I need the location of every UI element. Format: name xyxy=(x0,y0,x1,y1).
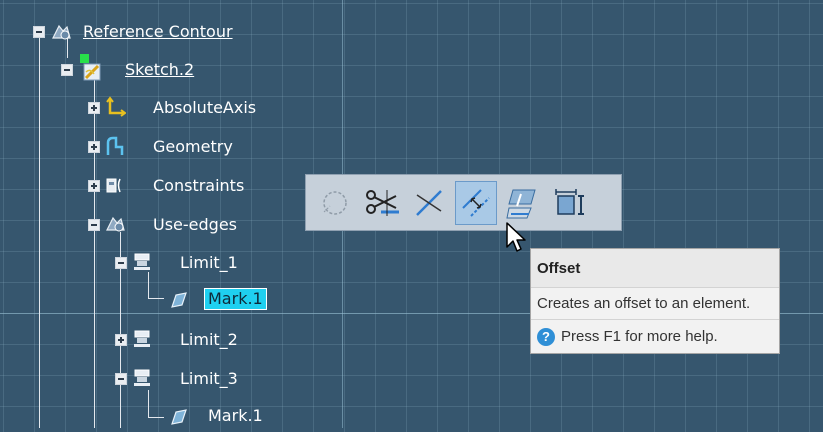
tooltip-help-text: Press F1 for more help. xyxy=(561,328,718,345)
tree-item-reference-contour[interactable]: Reference Contour xyxy=(83,22,233,42)
constraints-icon xyxy=(104,174,126,196)
limit-icon xyxy=(131,251,153,273)
geometry-icon xyxy=(104,135,126,157)
mark-icon xyxy=(168,289,190,311)
mouse-pointer-icon xyxy=(505,221,527,259)
break-icon xyxy=(416,189,442,216)
tree-item-mark-1-selected[interactable]: Mark.1 xyxy=(204,288,267,310)
dashed-circle-icon xyxy=(323,190,347,215)
tree-item-limit-1[interactable]: Limit_1 xyxy=(180,253,238,273)
expand-toggle[interactable] xyxy=(88,141,100,153)
offset-icon xyxy=(462,188,490,217)
dimension-frame-icon xyxy=(555,188,584,215)
tooltip-title: Offset xyxy=(531,249,779,287)
collapse-toggle[interactable] xyxy=(33,26,45,38)
collapse-toggle[interactable] xyxy=(61,64,73,76)
limit-icon xyxy=(131,328,153,350)
tree-line xyxy=(148,417,164,418)
tree-item-limit-3[interactable]: Limit_3 xyxy=(180,369,238,389)
collapse-toggle[interactable] xyxy=(115,373,127,385)
tree-item-absolute-axis[interactable]: AbsoluteAxis xyxy=(153,98,256,118)
tree-line xyxy=(39,36,40,428)
use-edges-icon xyxy=(104,213,126,235)
tree-line xyxy=(148,272,149,298)
reference-contour-icon xyxy=(50,21,72,43)
toolbar-button[interactable] xyxy=(549,181,591,225)
tree-line xyxy=(148,298,164,299)
tree-line xyxy=(94,76,95,428)
collapse-toggle[interactable] xyxy=(88,219,100,231)
tree-item-limit-2[interactable]: Limit_2 xyxy=(180,330,238,350)
expand-toggle[interactable] xyxy=(88,180,100,192)
tooltip-description: Creates an offset to an element. xyxy=(531,287,779,319)
toolbar-button[interactable] xyxy=(408,181,450,225)
expand-toggle[interactable] xyxy=(115,334,127,346)
toolbar-button[interactable] xyxy=(502,181,544,225)
tree-item-mark-1[interactable]: Mark.1 xyxy=(208,406,263,426)
toolbar-button[interactable] xyxy=(314,181,356,225)
expand-toggle[interactable] xyxy=(88,102,100,114)
tree-item-constraints[interactable]: Constraints xyxy=(153,176,244,196)
mark-icon xyxy=(168,406,190,428)
help-icon: ? xyxy=(537,327,555,346)
tree-item-geometry[interactable]: Geometry xyxy=(153,137,233,157)
tooltip-help-row: ? Press F1 for more help. xyxy=(531,319,779,353)
project-edges-icon xyxy=(506,189,536,218)
tree-line xyxy=(148,390,149,418)
toolbar-button[interactable] xyxy=(361,181,403,225)
sketch-icon xyxy=(78,54,104,84)
tooltip: Offset Creates an offset to an element. … xyxy=(530,248,780,354)
limit-icon xyxy=(131,367,153,389)
tree-item-use-edges[interactable]: Use-edges xyxy=(153,215,237,235)
tree-item-sketch[interactable]: Sketch.2 xyxy=(125,60,194,80)
axis-icon xyxy=(104,96,127,118)
collapse-toggle[interactable] xyxy=(115,257,127,269)
scissors-trim-icon xyxy=(366,189,399,216)
relimitation-toolbar xyxy=(305,174,622,231)
offset-button[interactable] xyxy=(455,180,497,225)
